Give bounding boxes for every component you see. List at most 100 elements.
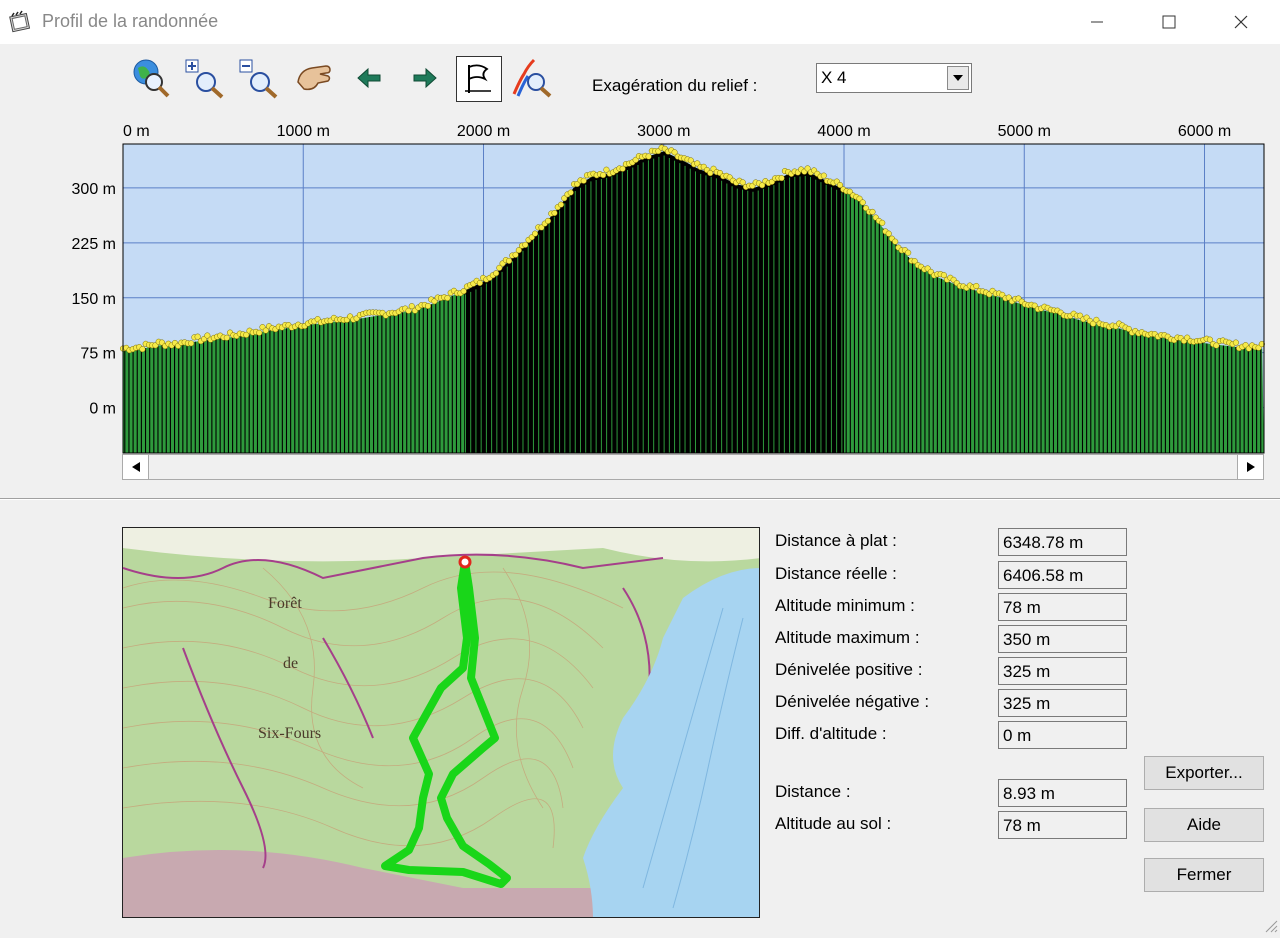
- profile-point: [424, 302, 432, 310]
- minimize-icon: [1091, 21, 1103, 23]
- cursor-label: Distance :: [775, 782, 851, 801]
- stat-value-field: 325 m: [998, 689, 1127, 717]
- profile-point: [879, 219, 886, 226]
- cursor-value: 8.93 m: [1003, 784, 1055, 803]
- stat-label: Dénivelée négative :: [775, 692, 930, 711]
- y-tick-label: 225 m: [72, 236, 116, 253]
- stat-label: Distance réelle :: [775, 564, 897, 583]
- x-tick-label: 0 m: [123, 123, 150, 140]
- maximize-icon: [1162, 15, 1176, 29]
- close-icon: [1234, 15, 1248, 29]
- cursor-value-field: 8.93 m: [998, 779, 1127, 807]
- route-map[interactable]: Forêt de Six-Fours: [122, 527, 760, 918]
- pan-hand-icon: [297, 65, 331, 91]
- stat-value: 6406.58 m: [1003, 566, 1084, 585]
- cursor-label: Altitude au sol :: [775, 814, 892, 833]
- map-label-six-fours: Six-Fours: [258, 725, 321, 742]
- cursor-value-field: 78 m: [998, 811, 1127, 839]
- zoom-in-icon: [185, 59, 224, 99]
- scroll-left-button[interactable]: [123, 455, 149, 479]
- window-title: Profil de la randonnée: [42, 11, 219, 31]
- arrow-left-icon: [357, 67, 381, 89]
- profile-point: [885, 230, 892, 237]
- relief-exaggeration-label: Exagération du relief :: [592, 76, 758, 95]
- relief-exaggeration-select[interactable]: X 4: [816, 63, 972, 93]
- stat-label: Distance à plat :: [775, 531, 897, 550]
- profile-point: [557, 201, 565, 208]
- next-button[interactable]: [402, 56, 446, 100]
- scroll-left-icon: [131, 462, 140, 472]
- maximize-button[interactable]: [1134, 0, 1204, 44]
- x-tick-label: 1000 m: [277, 123, 330, 140]
- zoom-globe-icon: [133, 59, 170, 98]
- profile-point: [223, 334, 230, 341]
- y-tick-label: 75 m: [80, 346, 116, 363]
- profile-point: [1232, 339, 1239, 346]
- close-button[interactable]: [1206, 0, 1276, 44]
- profile-point: [973, 282, 980, 290]
- pan-hand-button[interactable]: [292, 56, 336, 100]
- profile-point: [905, 249, 912, 256]
- stat-value-field: 0 m: [998, 721, 1127, 749]
- stat-value-field: 350 m: [998, 625, 1127, 653]
- x-tick-label: 6000 m: [1178, 123, 1231, 140]
- topographic-map-svg: Forêt de Six-Fours: [123, 528, 759, 917]
- stat-value-field: 325 m: [998, 657, 1127, 685]
- stat-label: Altitude maximum :: [775, 628, 920, 647]
- previous-button[interactable]: [348, 56, 392, 100]
- scroll-right-button[interactable]: [1237, 455, 1263, 479]
- title-bar: Profil de la randonnée: [0, 0, 1280, 44]
- profile-point: [892, 238, 899, 245]
- stat-value: 78 m: [1003, 598, 1041, 617]
- elevation-profile-chart[interactable]: 0 m 1000 m 2000 m 3000 m 4000 m 5000 m 6000 m 0…: [0, 110, 1280, 490]
- profile-point: [645, 153, 652, 160]
- flag-profile-icon: [465, 64, 491, 93]
- minimize-button[interactable]: [1062, 0, 1132, 44]
- stat-value-field: 6406.58 m: [998, 561, 1127, 589]
- profile-point: [859, 199, 866, 206]
- zoom-out-button[interactable]: [236, 56, 280, 100]
- cursor-value: 78 m: [1003, 816, 1041, 835]
- stat-label: Dénivelée positive :: [775, 660, 923, 679]
- zoom-globe-button[interactable]: [128, 56, 172, 100]
- x-tick-label: 5000 m: [998, 123, 1051, 140]
- profile-zoom-button[interactable]: [510, 56, 554, 100]
- profile-point: [493, 270, 500, 277]
- scroll-right-icon: [1246, 462, 1255, 472]
- profile-point: [256, 329, 263, 336]
- profile-point: [600, 172, 607, 179]
- profile-point: [506, 257, 513, 264]
- resize-grip-icon[interactable]: [1262, 917, 1278, 933]
- map-label-foret: Forêt: [268, 595, 302, 612]
- profile-point: [532, 230, 539, 237]
- stat-value: 350 m: [1003, 630, 1051, 649]
- export-button[interactable]: Exporter...: [1144, 756, 1264, 790]
- profile-point: [580, 177, 587, 184]
- help-button[interactable]: Aide: [1144, 808, 1264, 842]
- y-tick-label: 150 m: [72, 291, 116, 308]
- chart-horizontal-scrollbar[interactable]: [122, 454, 1264, 480]
- close-dialog-button[interactable]: Fermer: [1144, 858, 1264, 892]
- profile-point: [567, 189, 574, 196]
- app-notebook-icon: [8, 10, 32, 34]
- map-label-de: de: [283, 655, 298, 672]
- stat-label: Diff. d'altitude :: [775, 724, 887, 743]
- relief-exaggeration-value: X 4: [821, 68, 847, 87]
- profile-point: [551, 209, 558, 217]
- stat-value-field: 6348.78 m: [998, 528, 1127, 556]
- zoom-in-button[interactable]: [182, 56, 226, 100]
- zoom-out-icon: [239, 59, 278, 99]
- stat-label: Altitude minimum :: [775, 596, 915, 615]
- x-tick-label: 2000 m: [457, 123, 510, 140]
- profile-point: [139, 346, 146, 353]
- profile-zoom-icon: [512, 58, 552, 98]
- stat-value: 325 m: [1003, 694, 1051, 713]
- y-tick-label: 0 m: [89, 401, 116, 418]
- flag-profile-button[interactable]: [456, 56, 502, 102]
- y-tick-label: 300 m: [72, 181, 116, 198]
- section-separator: [0, 498, 1280, 500]
- dropdown-arrow-button[interactable]: [947, 66, 969, 90]
- elevation-chart-svg: 0 m 1000 m 2000 m 3000 m 4000 m 5000 m 6000 m 0…: [72, 123, 1265, 454]
- profile-point: [820, 172, 827, 179]
- profile-point: [188, 340, 195, 347]
